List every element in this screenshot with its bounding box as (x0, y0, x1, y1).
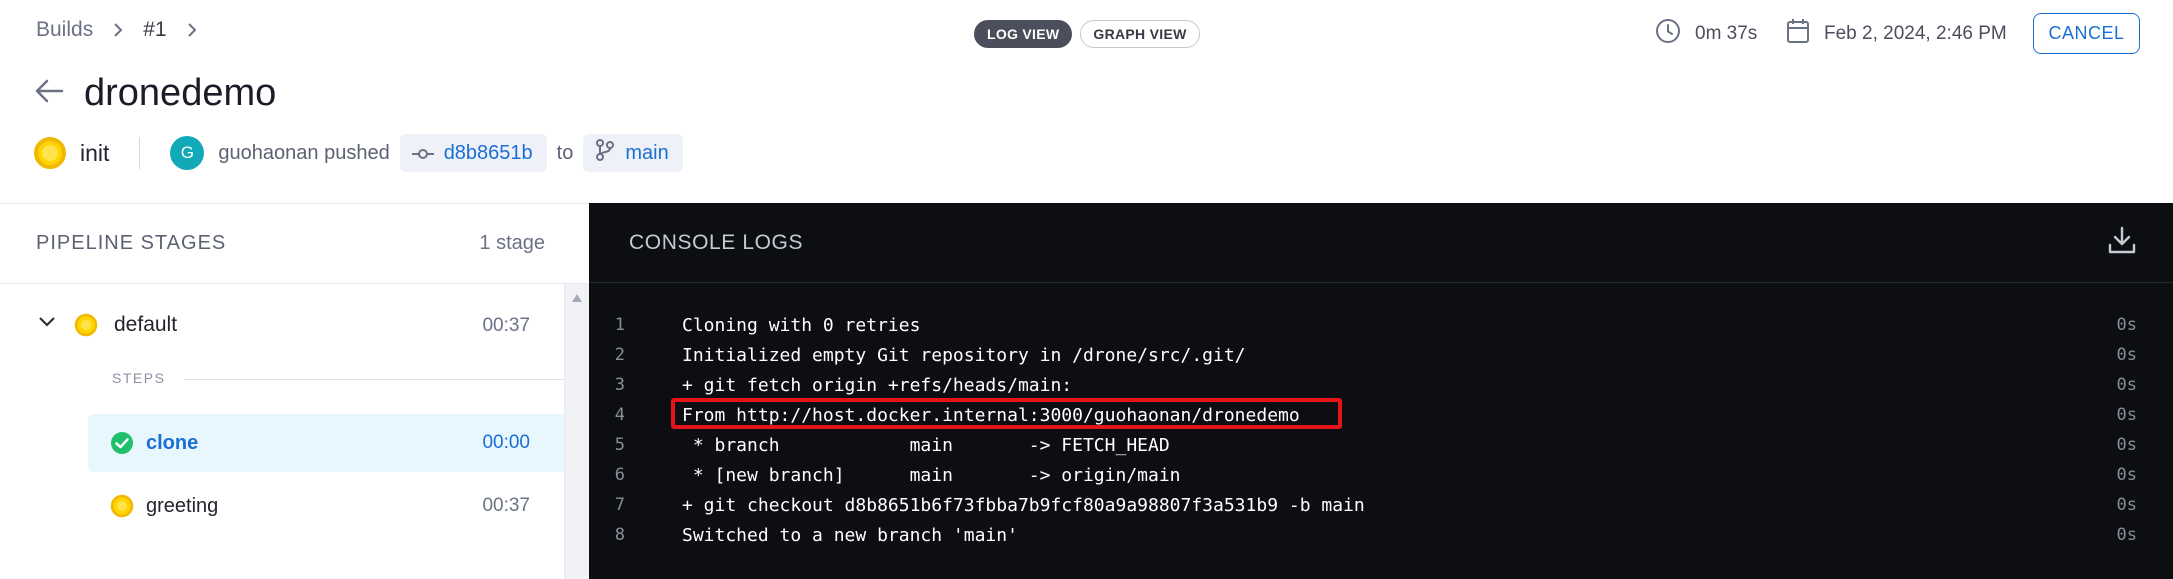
log-line-duration: 0s (2116, 345, 2137, 365)
clock-icon (1655, 18, 1695, 50)
branch-chip[interactable]: main (583, 134, 683, 172)
console-logs-heading: CONSOLE LOGS (629, 230, 804, 254)
breadcrumb-build-number[interactable]: #1 (143, 18, 166, 42)
pipeline-stages-heading: PIPELINE STAGES (36, 232, 227, 254)
stage-count: 1 stage (479, 232, 545, 254)
build-date: Feb 2, 2024, 2:46 PM (1786, 18, 2007, 50)
to-text: to (556, 141, 574, 164)
log-line-duration: 0s (2116, 315, 2137, 335)
avatar: G (170, 136, 205, 170)
log-line-duration: 0s (2116, 495, 2137, 515)
log-line-text: * [new branch] main -> origin/main (682, 464, 1181, 486)
running-status-icon (74, 313, 98, 337)
log-line-highlighted: 4 From http://host.docker.internal:3000/… (589, 398, 2173, 430)
log-line-duration: 0s (2116, 375, 2137, 395)
log-line-number: 5 (614, 435, 625, 455)
build-duration: 0m 37s (1655, 18, 1757, 50)
build-status-row: init G guohaonan pushed d8b8651b to main (34, 132, 693, 174)
log-line-number: 2 (614, 345, 625, 365)
divider (139, 137, 141, 169)
branch-name[interactable]: main (625, 142, 668, 165)
log-line-duration: 0s (2116, 405, 2137, 425)
log-line-number: 8 (614, 525, 625, 545)
log-lines: 1 Cloning with 0 retries 0s 2 Initialize… (589, 310, 2173, 550)
chevron-down-icon[interactable] (38, 315, 56, 333)
current-step-name: init (80, 139, 110, 166)
log-view-button[interactable]: LOG VIEW (974, 20, 1073, 48)
log-line-duration: 0s (2116, 525, 2137, 545)
view-toggle: LOG VIEW GRAPH VIEW (974, 20, 1200, 48)
duration-text: 0m 37s (1695, 23, 1758, 44)
log-line: 6 * [new branch] main -> origin/main 0s (589, 460, 2173, 490)
download-icon[interactable] (2107, 225, 2137, 260)
step-clone[interactable]: clone 00:00 (88, 414, 564, 472)
log-line-number: 1 (614, 315, 625, 335)
log-line-number: 6 (614, 465, 625, 485)
stage-name: default (114, 313, 178, 336)
log-line: 2 Initialized empty Git repository in /d… (589, 340, 2173, 370)
scroll-up-arrow-icon[interactable] (572, 294, 582, 302)
steps-label: STEPS (112, 370, 166, 386)
chevron-right-icon (187, 22, 197, 38)
stage-time: 00:37 (482, 315, 530, 336)
pipeline-stages-header: PIPELINE STAGES 1 stage (0, 204, 589, 284)
log-line-text: + git fetch origin +refs/heads/main: (682, 374, 1073, 396)
commit-chip[interactable]: d8b8651b (399, 134, 547, 172)
step-name: greeting (146, 494, 219, 517)
back-arrow-icon[interactable] (34, 78, 64, 109)
log-line-text: * branch main -> FETCH_HEAD (682, 434, 1170, 456)
pusher-text: guohaonan pushed (218, 141, 390, 164)
log-line-text: + git checkout d8b8651b6f73fbba7b9fcf80a… (682, 494, 1365, 516)
breadcrumb-builds-link[interactable]: Builds (36, 18, 93, 42)
log-line-number: 3 (614, 375, 625, 395)
commit-hash[interactable]: d8b8651b (444, 142, 533, 165)
log-line-text: From http://host.docker.internal:3000/gu… (682, 404, 1300, 426)
log-line-number: 7 (614, 495, 625, 515)
graph-view-button[interactable]: GRAPH VIEW (1080, 20, 1200, 48)
step-time: 00:37 (482, 495, 530, 516)
git-branch-icon (595, 139, 615, 167)
console-logs-header: CONSOLE LOGS (589, 203, 2173, 283)
step-name: clone (146, 431, 199, 454)
cancel-button[interactable]: CANCEL (2033, 13, 2140, 54)
log-line: 8 Switched to a new branch 'main' 0s (589, 520, 2173, 550)
commit-icon (411, 140, 434, 167)
stage-default[interactable]: default 00:37 (0, 285, 564, 365)
title-row: dronedemo (34, 72, 276, 115)
chevron-right-icon (113, 22, 123, 38)
calendar-icon (1786, 18, 1824, 50)
log-line-number: 4 (614, 405, 625, 425)
log-line: 3 + git fetch origin +refs/heads/main: 0… (589, 370, 2173, 400)
running-status-icon (34, 137, 66, 169)
log-line-text: Cloning with 0 retries (682, 314, 921, 336)
log-line: 1 Cloning with 0 retries 0s (589, 310, 2173, 340)
running-status-icon (110, 494, 134, 523)
console-logs-panel: CONSOLE LOGS 1 Cloning with 0 retries 0s… (589, 203, 2173, 579)
log-line-duration: 0s (2116, 435, 2137, 455)
step-greeting[interactable]: greeting 00:37 (88, 477, 564, 535)
log-line: 5 * branch main -> FETCH_HEAD 0s (589, 430, 2173, 460)
check-circle-icon (110, 431, 134, 460)
breadcrumb: Builds #1 (36, 18, 217, 42)
page-title: dronedemo (84, 72, 277, 114)
steps-divider (184, 379, 564, 380)
log-line: 7 + git checkout d8b8651b6f73fbba7b9fcf8… (589, 490, 2173, 520)
step-time: 00:00 (482, 432, 530, 453)
date-text: Feb 2, 2024, 2:46 PM (1824, 23, 2007, 44)
log-line-text: Initialized empty Git repository in /dro… (682, 344, 1246, 366)
stages-scrollbar[interactable] (564, 284, 589, 579)
log-line-text: Switched to a new branch 'main' (682, 524, 1018, 546)
log-line-duration: 0s (2116, 465, 2137, 485)
